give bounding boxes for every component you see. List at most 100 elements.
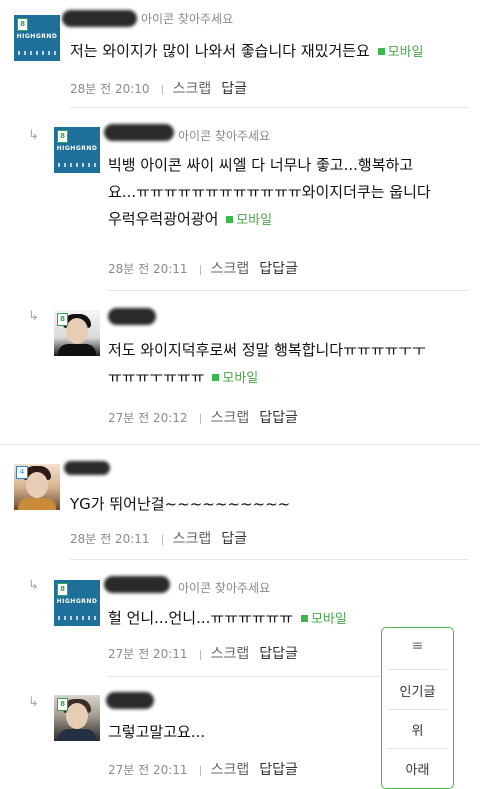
comment-line: ㅠㅠㅠㅜㅠㅠㅠ (108, 368, 205, 386)
menu-divider (388, 748, 447, 749)
comment-text: 저는 와이지가 많이 나와서 좋습니다 재밌거든요 (70, 42, 370, 60)
nickname-hint: 아이콘 찾아주세요 (141, 12, 234, 26)
nickname-hint: 아이콘 찾아주세요 (178, 581, 271, 595)
cover-text: HIGHGRND (16, 33, 58, 40)
reply-button[interactable]: 답글 (221, 531, 247, 547)
avatar[interactable]: 8 HIGHGRND (54, 580, 100, 626)
timestamp: 28분 전 20:10 (70, 82, 150, 96)
avatar-shirt (58, 344, 96, 356)
comment-line: 빅뱅 아이콘 싸이 씨엘 다 너무나 좋고...행복하고 (108, 156, 414, 174)
avatar-shirt (18, 498, 56, 510)
mobile-badge: 모바일 (209, 371, 258, 386)
comment-body: YG가 뛰어난걸~~~~~~~~~~ (70, 491, 290, 518)
mobile-square-icon (212, 374, 220, 381)
badge-icon: 8 (17, 18, 28, 31)
nickname-redacted (104, 124, 174, 141)
scroll-down-button[interactable]: 아래 (382, 759, 453, 778)
avatar[interactable]: 8 HIGHGRND (14, 15, 60, 61)
scrap-button[interactable]: 스크랩 (211, 762, 250, 778)
scrap-button[interactable]: 스크랩 (211, 410, 250, 426)
comment-meta: 28분 전 20:11 스크랩 답답글 (108, 258, 298, 278)
badge-icon: 8 (57, 313, 68, 326)
comment-line: 요...ㅠㅠㅠㅠㅠㅠㅠㅠㅠㅠㅠㅠ와이지더쿠는 웁니다 (108, 183, 431, 201)
reply-button[interactable]: 답답글 (259, 410, 298, 426)
comment-meta: 27분 전 20:11 스크랩 답답글 (108, 643, 298, 663)
reply-button[interactable]: 답답글 (259, 762, 298, 778)
avatar[interactable]: 8 (54, 695, 100, 741)
scrap-button[interactable]: 스크랩 (211, 646, 250, 662)
timestamp: 27분 전 20:11 (108, 647, 188, 661)
comment-line-wrapper: ㅠㅠㅠㅜㅠㅠㅠ 모바일 (108, 364, 426, 392)
comment-body: 헐 언니...언니...ㅠㅠㅠㅠㅠㅠ 모바일 (108, 605, 347, 633)
menu-divider (388, 709, 447, 710)
comment-body: 그렇고말고요... (108, 719, 205, 746)
level-badge: 4 (16, 466, 28, 479)
scroll-up-button[interactable]: 위 (382, 720, 453, 739)
mobile-square-icon (300, 615, 308, 622)
timestamp: 28분 전 20:11 (70, 532, 150, 546)
nickname-redacted (104, 576, 170, 593)
mobile-badge: 모바일 (223, 213, 272, 228)
nickname-hint: 아이콘 찾아주세요 (178, 129, 271, 143)
comment-meta: 27분 전 20:12 스크랩 답답글 (108, 407, 298, 427)
separator (199, 765, 201, 776)
separator (161, 84, 163, 95)
comment-line: 우럭우럭광어광어 (108, 210, 219, 228)
nickname-redacted (108, 308, 156, 325)
comment-body: 빅뱅 아이콘 싸이 씨엘 다 너무나 좋고...행복하고 요...ㅠㅠㅠㅠㅠㅠㅠ… (108, 152, 431, 234)
menu-divider (388, 669, 447, 670)
mobile-square-icon (377, 48, 385, 55)
avatar[interactable]: 8 HIGHGRND (54, 127, 100, 173)
reply-button[interactable]: 답답글 (259, 646, 298, 662)
avatar-face (26, 472, 48, 498)
comment-meta: 27분 전 20:11 스크랩 답답글 (108, 759, 298, 779)
nickname-redacted (62, 10, 137, 27)
cover-text: HIGHGRND (56, 598, 98, 605)
separator (161, 534, 163, 545)
decorative-dots (58, 163, 96, 167)
reply-button[interactable]: 답답글 (259, 261, 298, 277)
nickname-redacted (106, 692, 154, 709)
avatar-face (66, 318, 88, 344)
divider (108, 676, 380, 677)
avatar[interactable]: 8 (54, 310, 100, 356)
mobile-badge: 모바일 (298, 612, 347, 627)
divider (70, 559, 468, 560)
separator (199, 649, 201, 660)
comment-line-wrapper: 우럭우럭광어광어 모바일 (108, 206, 431, 234)
mobile-badge: 모바일 (375, 45, 424, 60)
separator (199, 264, 201, 275)
timestamp: 27분 전 20:11 (108, 763, 188, 777)
divider (70, 107, 468, 108)
comment-text: 그렇고말고요... (108, 723, 206, 741)
scrap-button[interactable]: 스크랩 (173, 81, 212, 97)
cover-text: HIGHGRND (56, 145, 98, 152)
decorative-dots (18, 51, 56, 55)
separator (199, 413, 201, 424)
menu-icon[interactable]: ≡ (382, 638, 453, 654)
popular-posts-button[interactable]: 인기글 (382, 681, 453, 700)
mobile-square-icon (226, 216, 234, 223)
divider (0, 444, 480, 445)
scrap-button[interactable]: 스크랩 (173, 531, 212, 547)
comment-text: 헐 언니...언니...ㅠㅠㅠㅠㅠㅠ (108, 609, 294, 627)
floating-nav-menu: ≡ 인기글 위 아래 (381, 627, 454, 789)
reply-arrow-icon: ↳ (28, 309, 39, 324)
avatar-shirt (58, 729, 96, 741)
timestamp: 27분 전 20:12 (108, 411, 188, 425)
badge-icon: 8 (57, 130, 68, 143)
scrap-button[interactable]: 스크랩 (211, 261, 250, 277)
avatar-face (66, 703, 88, 729)
comment-line: 저도 와이지덕후로써 정말 행복합니다ㅠㅠㅠㅠㅜㅜ (108, 341, 426, 359)
timestamp: 28분 전 20:11 (108, 262, 188, 276)
avatar[interactable]: 4 (14, 464, 60, 510)
badge-icon: 8 (57, 698, 68, 711)
divider (108, 290, 468, 291)
comment-body: 저는 와이지가 많이 나와서 좋습니다 재밌거든요 모바일 (70, 38, 424, 66)
reply-button[interactable]: 답글 (221, 81, 247, 97)
decorative-dots (58, 616, 96, 620)
badge-icon: 8 (57, 583, 68, 596)
reply-arrow-icon: ↳ (28, 695, 39, 710)
nickname-redacted (64, 461, 110, 475)
comment-meta: 28분 전 20:10 스크랩 답글 (70, 78, 247, 98)
